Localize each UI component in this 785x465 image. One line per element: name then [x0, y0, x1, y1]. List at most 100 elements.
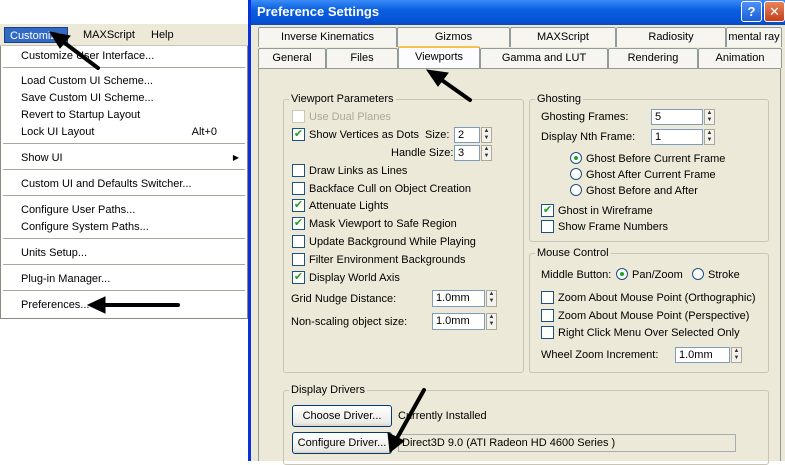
ghosting-group: Ghosting Ghosting Frames: 5 ▲ ▼ Display N…: [529, 93, 769, 242]
nonscaling-size-input[interactable]: 1.0mm: [432, 313, 485, 330]
zoom-ortho-label: Zoom About Mouse Point (Orthographic): [558, 292, 756, 304]
filter-env-checkbox[interactable]: Filter Environment Backgrounds: [292, 252, 466, 269]
checkbox-box: [292, 181, 305, 195]
stroke-radio[interactable]: Stroke: [692, 268, 740, 284]
menu-item-save-ui-scheme[interactable]: Save Custom UI Scheme...: [21, 90, 239, 106]
radio-icon: [692, 268, 704, 281]
wheel-zoom-input[interactable]: 1.0mm: [675, 347, 730, 363]
currently-installed-label: Currently Installed: [398, 410, 487, 422]
update-background-checkbox[interactable]: Update Background While Playing: [292, 234, 476, 251]
tab-gamma-lut[interactable]: Gamma and LUT: [480, 48, 608, 68]
draw-links-checkbox[interactable]: Draw Links as Lines: [292, 163, 407, 180]
pan-zoom-radio[interactable]: Pan/Zoom: [616, 268, 683, 284]
dialog-title-bar: Preference Settings ? ✕: [251, 0, 785, 25]
menu-separator: [3, 238, 245, 239]
ghost-before-radio[interactable]: Ghost Before Current Frame: [570, 152, 725, 168]
checkbox-box: [541, 308, 554, 322]
tab-gizmos[interactable]: Gizmos: [397, 27, 510, 47]
menu-item-load-ui-scheme[interactable]: Load Custom UI Scheme...: [21, 73, 239, 89]
tab-maxscript[interactable]: MAXScript: [510, 27, 616, 47]
size-spinner[interactable]: ▲ ▼: [481, 127, 492, 143]
ghosting-label: Ghosting: [535, 93, 584, 106]
help-icon[interactable]: ?: [741, 1, 762, 22]
menu-item-lock-ui[interactable]: Lock UI Layout Alt+0: [21, 124, 239, 140]
ghosting-frames-input[interactable]: 5: [651, 109, 703, 125]
check-icon: ✔: [292, 198, 305, 212]
use-dual-planes-checkbox[interactable]: Use Dual Planes: [292, 109, 391, 126]
show-vertices-label: Show Vertices as Dots: [309, 129, 420, 141]
check-icon: ✔: [292, 270, 305, 284]
handle-size-input[interactable]: 3: [454, 145, 480, 161]
grid-nudge-input[interactable]: 1.0mm: [432, 290, 485, 307]
ghost-before-after-radio[interactable]: Ghost Before and After: [570, 184, 698, 200]
menu-separator: [3, 143, 245, 144]
menu-item-plugin-manager[interactable]: Plug-in Manager...: [21, 271, 239, 287]
handle-size-spinner[interactable]: ▲ ▼: [481, 145, 492, 161]
spin-down-icon: ▼: [483, 135, 490, 141]
display-drivers-group: Display Drivers Choose Driver... Current…: [283, 384, 769, 465]
tab-inverse-kinematics[interactable]: Inverse Kinematics: [258, 27, 397, 47]
menu-item-lock-ui-label: Lock UI Layout: [21, 126, 95, 138]
tab-viewports[interactable]: Viewports: [398, 46, 480, 68]
right-click-menu-checkbox[interactable]: Right Click Menu Over Selected Only: [541, 325, 740, 342]
size-label: Size:: [425, 129, 450, 141]
spin-up-icon: ▲: [488, 314, 495, 320]
menu-item-user-paths[interactable]: Configure User Paths...: [21, 202, 239, 218]
menu-item-show-ui-label: Show UI: [21, 152, 63, 164]
viewport-parameters-label: Viewport Parameters: [289, 93, 396, 106]
menu-customize[interactable]: Customize: [4, 27, 68, 43]
checkbox-box: [541, 219, 554, 233]
menu-item-units-setup[interactable]: Units Setup...: [21, 245, 239, 261]
tab-radiosity[interactable]: Radiosity: [616, 27, 726, 47]
checkbox-box: [292, 234, 305, 248]
show-frame-numbers-label: Show Frame Numbers: [558, 221, 669, 233]
spin-down-icon: ▼: [706, 117, 713, 123]
zoom-ortho-checkbox[interactable]: Zoom About Mouse Point (Orthographic): [541, 290, 756, 307]
checkbox-box: [541, 325, 554, 339]
ghost-before-after-label: Ghost Before and After: [586, 185, 698, 197]
spin-down-icon: ▼: [488, 298, 495, 304]
menu-maxscript[interactable]: MAXScript: [78, 27, 140, 43]
tab-files[interactable]: Files: [326, 48, 398, 68]
menu-item-customize-ui[interactable]: Customize User Interface...: [21, 48, 239, 64]
choose-driver-button[interactable]: Choose Driver...: [292, 405, 392, 427]
checkbox-box: [292, 163, 305, 177]
display-world-axis-label: Display World Axis: [309, 272, 400, 284]
nth-frame-input[interactable]: 1: [651, 129, 703, 145]
zoom-persp-checkbox[interactable]: Zoom About Mouse Point (Perspective): [541, 308, 749, 325]
grid-nudge-spinner[interactable]: ▲ ▼: [486, 290, 497, 307]
tab-general[interactable]: General: [258, 48, 326, 68]
nonscaling-size-spinner[interactable]: ▲ ▼: [486, 313, 497, 330]
menu-item-show-ui[interactable]: Show UI ▶: [21, 150, 239, 166]
attenuate-lights-checkbox[interactable]: ✔ Attenuate Lights: [292, 198, 389, 215]
tab-animation[interactable]: Animation: [698, 48, 782, 68]
configure-driver-button[interactable]: Configure Driver...: [292, 432, 392, 454]
display-world-axis-checkbox[interactable]: ✔ Display World Axis: [292, 270, 400, 287]
ghost-after-radio[interactable]: Ghost After Current Frame: [570, 168, 716, 184]
menu-item-preferences[interactable]: Preferences...: [21, 297, 239, 313]
close-icon[interactable]: ✕: [764, 1, 785, 22]
show-vertices-checkbox[interactable]: ✔ Show Vertices as Dots: [292, 127, 420, 144]
backface-cull-checkbox[interactable]: Backface Cull on Object Creation: [292, 181, 471, 198]
ghosting-frames-spinner[interactable]: ▲ ▼: [704, 109, 715, 125]
installed-driver-field: Direct3D 9.0 (ATI Radeon HD 4600 Series …: [398, 434, 736, 452]
menu-item-ui-switcher[interactable]: Custom UI and Defaults Switcher...: [21, 176, 239, 192]
spin-up-icon: ▲: [488, 291, 495, 297]
use-dual-planes-label: Use Dual Planes: [309, 111, 391, 123]
menu-separator: [3, 169, 245, 170]
check-icon: ✔: [292, 216, 305, 230]
ghost-wireframe-checkbox[interactable]: ✔ Ghost in Wireframe: [541, 203, 653, 220]
menu-item-system-paths[interactable]: Configure System Paths...: [21, 219, 239, 235]
tab-rendering[interactable]: Rendering: [608, 48, 698, 68]
show-frame-numbers-checkbox[interactable]: Show Frame Numbers: [541, 219, 669, 236]
menu-help[interactable]: Help: [146, 27, 179, 43]
menu-item-revert-startup[interactable]: Revert to Startup Layout: [21, 107, 239, 123]
ghost-before-label: Ghost Before Current Frame: [586, 153, 726, 165]
check-icon: ✔: [292, 127, 305, 141]
nth-frame-spinner[interactable]: ▲ ▼: [704, 129, 715, 145]
size-input[interactable]: 2: [454, 127, 480, 143]
mask-viewport-checkbox[interactable]: ✔ Mask Viewport to Safe Region: [292, 216, 457, 233]
tab-mental-ray[interactable]: mental ray: [726, 27, 782, 47]
nonscaling-size-label: Non-scaling object size:: [291, 316, 408, 328]
wheel-zoom-spinner[interactable]: ▲ ▼: [731, 347, 742, 363]
